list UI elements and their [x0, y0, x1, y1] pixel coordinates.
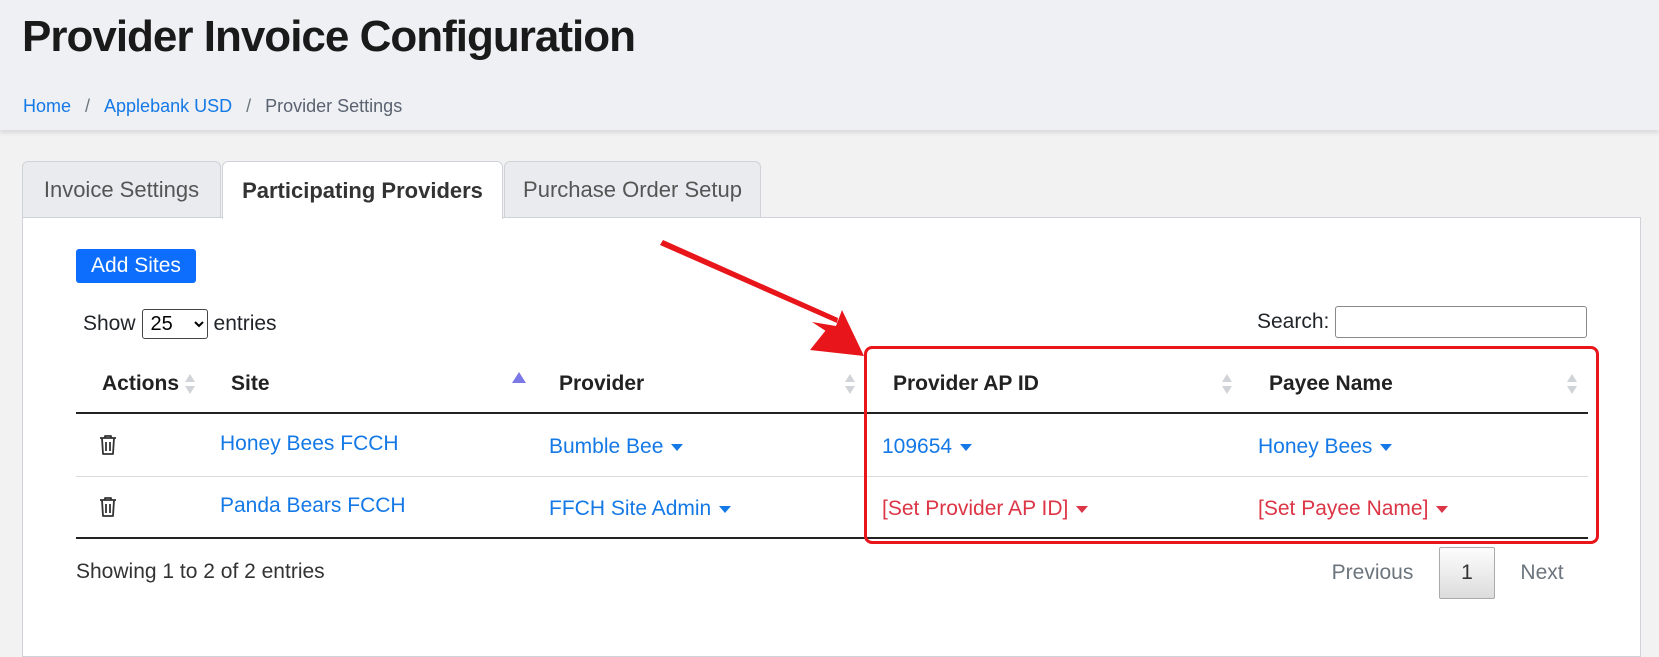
caret-down-icon — [1380, 443, 1393, 451]
search-control: Search: — [1257, 306, 1588, 338]
caret-down-icon — [671, 443, 684, 451]
page-header: Provider Invoice Configuration Home / Ap… — [0, 0, 1659, 130]
sort-ascending-icon[interactable] — [512, 372, 526, 383]
column-header-provider-ap-id[interactable]: Provider AP ID — [893, 372, 1039, 396]
breadcrumb-separator: / — [85, 96, 91, 116]
page-size-select[interactable]: 102550100 — [141, 309, 208, 339]
caret-down-icon — [719, 505, 732, 513]
provider-dropdown[interactable]: Bumble Bee — [549, 435, 684, 459]
page-size-control: Show 102550100 entries — [83, 309, 277, 339]
site-link[interactable]: Panda Bears FCCH — [220, 494, 406, 518]
show-label: Show — [83, 312, 136, 335]
sort-arrows-icon[interactable] — [1567, 374, 1577, 396]
provider-ap-id-dropdown[interactable]: [Set Provider AP ID] — [882, 497, 1089, 521]
sort-arrows-icon[interactable] — [1222, 374, 1232, 396]
provider-ap-id-dropdown[interactable]: 109654 — [882, 435, 973, 459]
breadcrumb-home-link[interactable]: Home — [23, 96, 71, 117]
breadcrumb-applebank-link[interactable]: Applebank USD — [104, 96, 232, 117]
caret-down-icon — [1436, 505, 1449, 513]
provider-value: Bumble Bee — [549, 435, 664, 458]
search-label: Search: — [1257, 310, 1330, 333]
breadcrumb: Home / Applebank USD / Provider Settings — [23, 96, 402, 117]
sort-arrows-icon[interactable] — [845, 374, 855, 396]
column-header-payee-name[interactable]: Payee Name — [1269, 372, 1393, 396]
search-input[interactable] — [1335, 306, 1588, 338]
table-info: Showing 1 to 2 of 2 entries — [76, 560, 325, 583]
caret-down-icon — [960, 443, 973, 451]
column-header-site[interactable]: Site — [231, 372, 270, 396]
provider-value: FFCH Site Admin — [549, 497, 712, 520]
column-header-provider[interactable]: Provider — [559, 372, 644, 396]
column-header-actions[interactable]: Actions — [102, 372, 179, 396]
tab-invoice-settings[interactable]: Invoice Settings — [22, 161, 221, 218]
table-header-divider — [76, 412, 1588, 414]
site-link[interactable]: Honey Bees FCCH — [220, 432, 399, 456]
payee-name-dropdown[interactable]: [Set Payee Name] — [1258, 497, 1449, 521]
row-divider — [76, 476, 1588, 477]
tab-participating-providers[interactable]: Participating Providers — [222, 161, 503, 219]
pagination-previous[interactable]: Previous — [1315, 547, 1430, 599]
trash-icon[interactable] — [98, 496, 118, 518]
payee-name-value: Honey Bees — [1258, 435, 1373, 458]
table-bottom-border — [76, 537, 1588, 539]
provider-ap-id-value: [Set Provider AP ID] — [882, 497, 1069, 520]
trash-icon[interactable] — [98, 434, 118, 456]
pagination-page-1[interactable]: 1 — [1439, 547, 1495, 599]
pagination-next[interactable]: Next — [1502, 547, 1582, 599]
tab-purchase-order-setup[interactable]: Purchase Order Setup — [504, 161, 761, 218]
entries-label: entries — [213, 312, 277, 335]
payee-name-dropdown[interactable]: Honey Bees — [1258, 435, 1393, 459]
page-title: Provider Invoice Configuration — [22, 12, 636, 61]
provider-ap-id-value: 109654 — [882, 435, 953, 458]
provider-dropdown[interactable]: FFCH Site Admin — [549, 497, 732, 521]
add-sites-button[interactable]: Add Sites — [76, 249, 196, 283]
breadcrumb-separator: / — [246, 96, 252, 116]
breadcrumb-current: Provider Settings — [265, 96, 403, 116]
caret-down-icon — [1076, 505, 1089, 513]
sort-arrows-icon[interactable] — [185, 374, 195, 396]
payee-name-value: [Set Payee Name] — [1258, 497, 1429, 520]
